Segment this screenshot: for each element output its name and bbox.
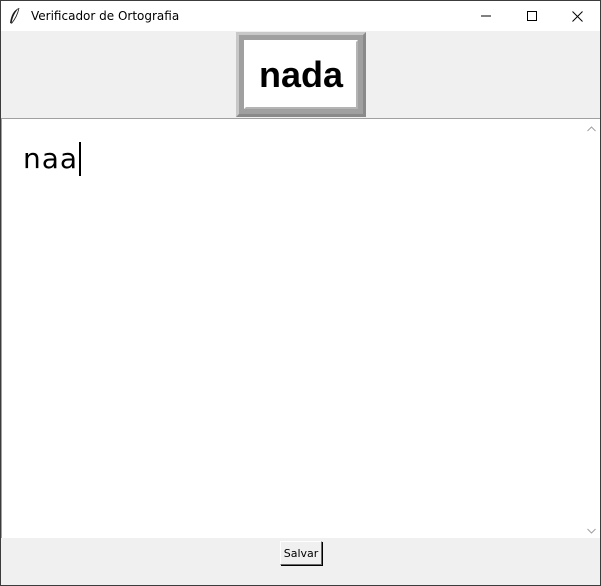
feather-icon [8, 7, 22, 25]
suggestion-word: nada [258, 53, 344, 95]
title-bar[interactable]: Verificador de Ortografia [1, 1, 600, 31]
scroll-up-button[interactable] [583, 119, 600, 136]
minimize-button[interactable] [463, 1, 509, 31]
chevron-down-icon [587, 521, 596, 539]
chevron-up-icon [587, 119, 596, 137]
scroll-down-button[interactable] [583, 521, 600, 538]
text-editor[interactable]: naa [1, 118, 583, 538]
vertical-scrollbar[interactable] [583, 118, 600, 538]
editor-text: naa [23, 142, 79, 175]
maximize-button[interactable] [509, 1, 555, 31]
editor-text-line: naa [23, 142, 82, 176]
close-icon [571, 10, 583, 22]
suggestion-box[interactable]: nada [244, 40, 358, 109]
suggestion-frame: nada [236, 32, 366, 117]
window-title: Verificador de Ortografia [31, 9, 180, 23]
save-button[interactable]: Salvar [280, 541, 322, 565]
close-button[interactable] [554, 1, 600, 31]
maximize-icon [527, 11, 537, 21]
minimize-icon [481, 11, 491, 21]
text-caret [79, 142, 82, 176]
app-window: Verificador de Ortografia nada naa Salva… [0, 0, 601, 586]
